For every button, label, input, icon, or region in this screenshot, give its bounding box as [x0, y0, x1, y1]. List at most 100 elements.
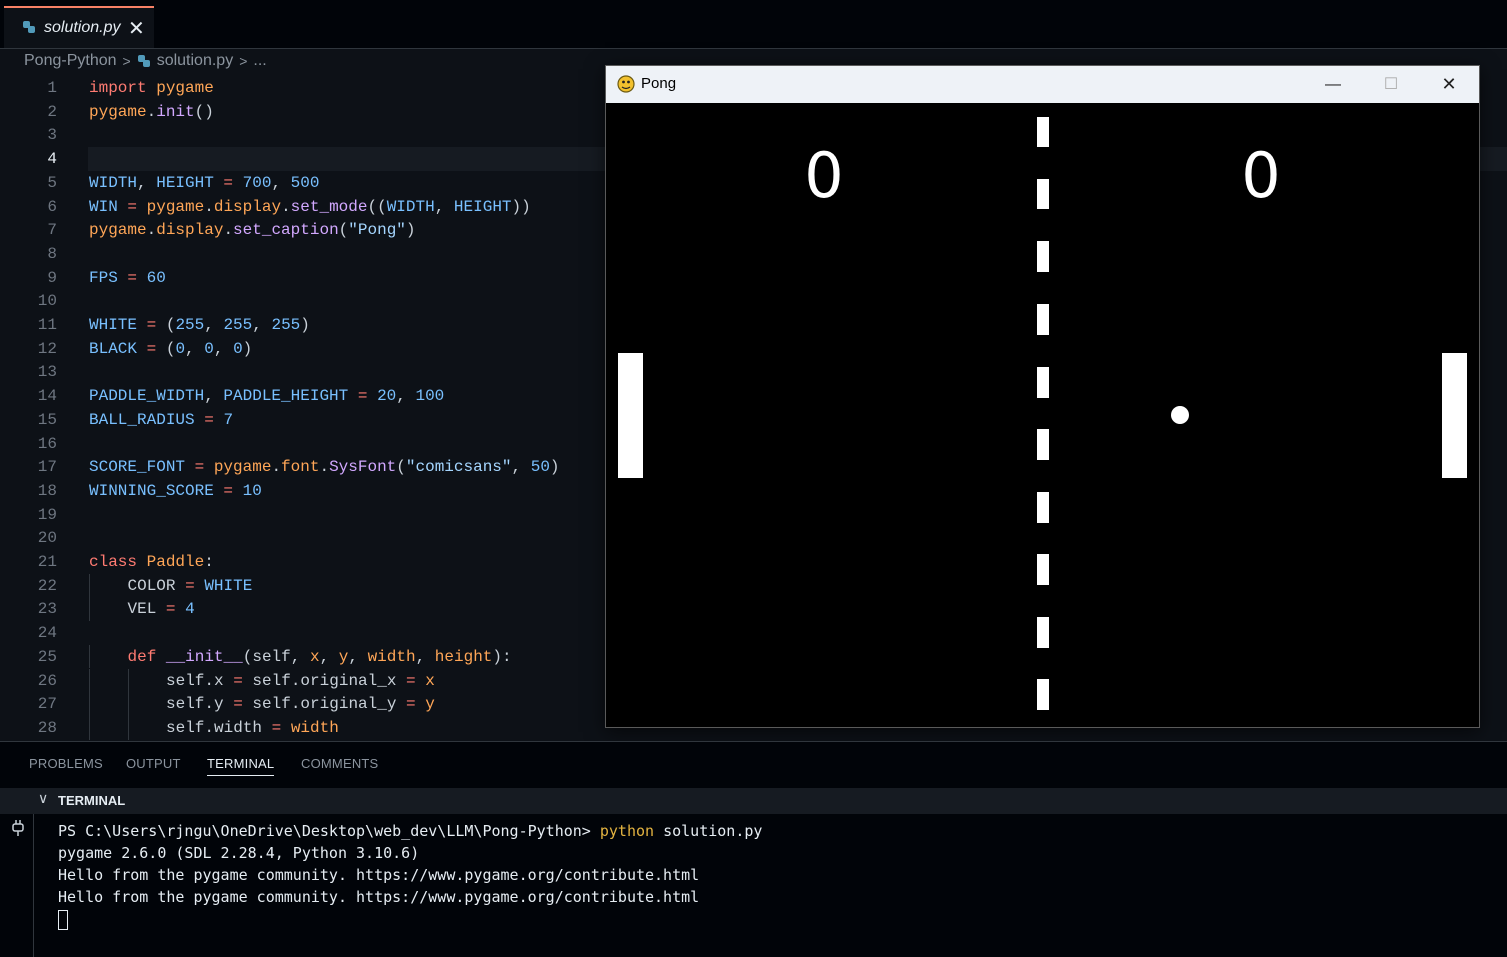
- pong-game-canvas: 0 0: [618, 117, 1467, 710]
- code-token: 10: [242, 481, 262, 500]
- close-tab-icon[interactable]: ✕: [128, 16, 145, 41]
- line-number: 7: [47, 221, 57, 240]
- code-token: self.width: [166, 718, 263, 737]
- plug-icon[interactable]: [10, 818, 26, 838]
- code-line: WINNING_SCORE = 10: [89, 479, 262, 503]
- code-token: ): [405, 221, 416, 240]
- line-number: 3: [47, 126, 57, 145]
- code-token: PADDLE_HEIGHT: [223, 387, 349, 406]
- code-line: pygame.init(): [89, 100, 214, 124]
- code-token: 4: [185, 600, 195, 619]
- code-token: .: [271, 458, 282, 477]
- code-token: ): [242, 339, 253, 358]
- code-line: SCORE_FONT = pygame.font.SysFont("comics…: [89, 455, 560, 479]
- terminal-line: pygame 2.6.0 (SDL 2.28.4, Python 3.10.6): [58, 844, 420, 862]
- center-dash: [1037, 679, 1049, 710]
- line-number: 19: [37, 505, 57, 524]
- line-number: 8: [47, 244, 57, 263]
- code-token: ,: [185, 339, 205, 358]
- line-number: 10: [37, 292, 57, 311]
- code-token: .: [146, 221, 157, 240]
- close-window-button[interactable]: ✕: [1420, 66, 1478, 103]
- line-number: 2: [47, 102, 57, 121]
- code-token: 0: [175, 339, 186, 358]
- code-token: init: [156, 102, 195, 121]
- line-number: 21: [37, 553, 57, 571]
- indent-guide: [89, 573, 90, 598]
- center-dash: [1037, 241, 1049, 272]
- code-token: self.y: [166, 695, 224, 714]
- code-token: self.original_x: [252, 671, 397, 690]
- terminal-section-header[interactable]: ∨ TERMINAL: [0, 788, 1507, 814]
- tab-terminal[interactable]: TERMINAL: [207, 756, 275, 776]
- code-line: def __init__(self, x, y, width, height):: [128, 645, 512, 669]
- line-number: 9: [47, 268, 57, 287]
- code-token: "comicsans": [405, 458, 512, 477]
- code-token: ,: [319, 647, 339, 666]
- pong-window-titlebar[interactable]: Pong — ☐ ✕: [606, 66, 1479, 103]
- breadcrumb-folder[interactable]: Pong-Python: [24, 52, 117, 69]
- code-token: height: [434, 647, 493, 666]
- code-token: WINNING_SCORE: [89, 481, 214, 500]
- line-number: 5: [47, 173, 57, 192]
- tab-problems[interactable]: PROBLEMS: [29, 756, 103, 771]
- code-token: =: [262, 718, 291, 737]
- code-token: PADDLE_WIDTH: [89, 387, 205, 406]
- tab-output[interactable]: OUTPUT: [126, 756, 181, 771]
- code-token: font: [281, 458, 320, 477]
- code-token: ,: [204, 316, 224, 334]
- indent-guide: [89, 644, 90, 669]
- center-dash: [1037, 117, 1049, 147]
- tab-solution-py[interactable]: solution.py ✕: [4, 6, 154, 48]
- center-dash: [1037, 554, 1049, 585]
- breadcrumb-file[interactable]: solution.py: [157, 52, 234, 69]
- center-dash: [1037, 617, 1049, 648]
- center-dash: [1037, 429, 1049, 460]
- code-token: (): [194, 102, 214, 121]
- code-token: BLACK: [89, 339, 138, 358]
- code-token: .: [223, 221, 234, 240]
- tab-comments[interactable]: COMMENTS: [301, 756, 378, 771]
- terminal-output[interactable]: PS C:\Users\rjngu\OneDrive\Desktop\web_d…: [58, 820, 762, 930]
- code-token: ): [300, 316, 310, 334]
- code-line: WHITE = (255, 255, 255): [89, 313, 310, 337]
- code-token: 100: [415, 387, 445, 406]
- code-token: WIDTH: [89, 173, 138, 192]
- maximize-button[interactable]: ☐: [1362, 66, 1420, 103]
- code-token: y: [338, 647, 349, 666]
- code-token: SysFont: [329, 458, 397, 477]
- code-token: 255: [175, 316, 205, 334]
- breadcrumb-more[interactable]: ...: [253, 52, 266, 69]
- minimize-button[interactable]: —: [1304, 66, 1362, 103]
- line-number: 17: [37, 458, 57, 477]
- chevron-down-icon[interactable]: ∨: [38, 790, 48, 807]
- terminal-divider: [33, 814, 34, 957]
- pong-window-title: Pong: [641, 75, 677, 92]
- code-token: 700: [242, 173, 272, 192]
- score-left: 0: [804, 139, 843, 212]
- pong-game-window[interactable]: Pong — ☐ ✕ 0 0: [605, 65, 1480, 728]
- code-line: BALL_RADIUS = 7: [89, 408, 233, 432]
- code-token: =: [213, 173, 243, 192]
- code-token: 0: [233, 339, 243, 358]
- breadcrumb: Pong-Python > solution.py >...: [24, 52, 267, 74]
- code-token: def: [127, 647, 157, 666]
- code-token: COLOR: [127, 576, 176, 595]
- code-line: BLACK = (0, 0, 0): [89, 337, 252, 361]
- code-token: =: [185, 458, 214, 477]
- bottom-panel: PROBLEMS OUTPUT TERMINAL COMMENTS > ∨ TE…: [0, 741, 1507, 957]
- code-token: :: [204, 553, 214, 571]
- code-token: =: [137, 316, 166, 334]
- code-token: =: [213, 481, 243, 500]
- indent-guide: [127, 668, 129, 693]
- left-paddle: [618, 353, 643, 478]
- code-token: .: [204, 197, 214, 216]
- code-token: =: [223, 695, 253, 714]
- code-token: =: [117, 197, 147, 216]
- code-token: =: [223, 671, 253, 690]
- code-token: FPS: [89, 268, 118, 287]
- code-token: 7: [223, 410, 234, 429]
- pygame-snake-icon: [617, 75, 635, 93]
- line-number: 15: [37, 410, 57, 429]
